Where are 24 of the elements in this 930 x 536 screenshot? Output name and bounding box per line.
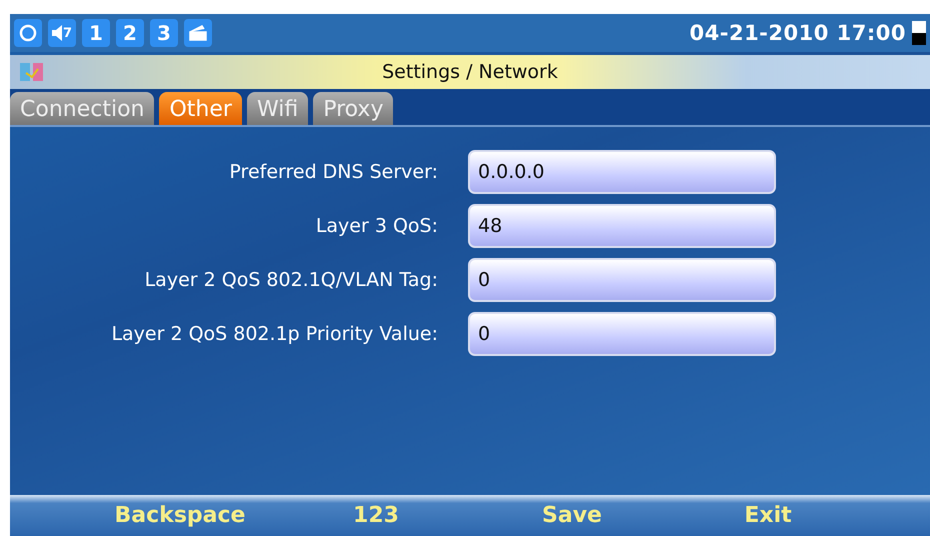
softkey[interactable]: Save	[474, 502, 670, 529]
field-label: Layer 3 QoS:	[314, 215, 438, 237]
tab[interactable]: Connection	[10, 92, 154, 125]
input-field[interactable]: 0.0.0.0	[468, 150, 776, 194]
tab[interactable]: Proxy	[313, 92, 394, 125]
window-title: Settings / Network	[381, 61, 559, 83]
field-label: Layer 2 QoS 802.1p Priority Value:	[110, 323, 438, 345]
line-indicator: 3	[150, 19, 178, 47]
field-label: Preferred DNS Server:	[228, 161, 438, 183]
field-label: Layer 2 QoS 802.1Q/VLAN Tag:	[144, 269, 438, 291]
tab[interactable]: Other	[159, 92, 242, 125]
input-field[interactable]: 0	[468, 258, 776, 302]
volume-indicator: 7	[48, 19, 76, 47]
date-time: 04-21-2010 17:00	[690, 21, 906, 45]
app-icon	[20, 61, 44, 83]
input-field[interactable]: 48	[468, 204, 776, 248]
softkey[interactable]: Backspace	[82, 502, 278, 529]
line-indicator: 1	[82, 19, 110, 47]
input-field[interactable]: 0	[468, 312, 776, 356]
tab[interactable]: Wifi	[246, 92, 308, 125]
line-indicator: 2	[116, 19, 144, 47]
softkey[interactable]: 123	[278, 502, 474, 529]
network-icon	[14, 19, 42, 47]
softkey[interactable]: Exit	[670, 502, 866, 529]
